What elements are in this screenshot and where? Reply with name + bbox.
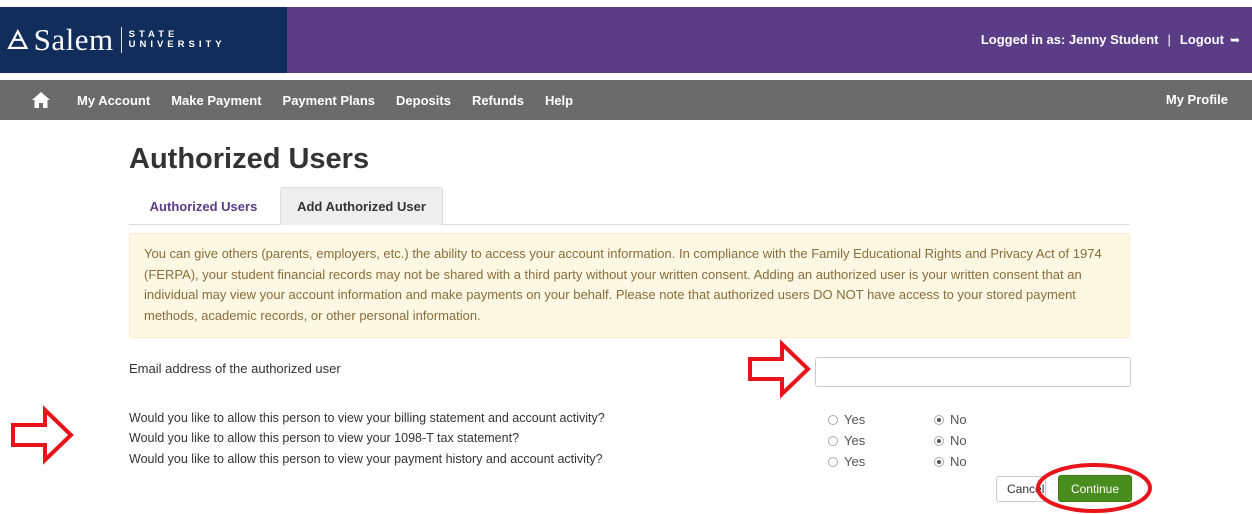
- nav-my-profile[interactable]: My Profile: [1166, 92, 1228, 107]
- logout-icon[interactable]: ➥: [1230, 33, 1240, 47]
- history-no-option[interactable]: No: [934, 454, 967, 469]
- billing-no-option[interactable]: No: [934, 412, 967, 427]
- home-icon[interactable]: [31, 91, 51, 109]
- nav-make-payment[interactable]: Make Payment: [171, 93, 261, 108]
- arrow-annotation-email: [748, 339, 811, 399]
- arrow-annotation-questions: [11, 405, 74, 465]
- billing-no-radio[interactable]: [934, 414, 944, 425]
- nav-refunds[interactable]: Refunds: [472, 93, 524, 108]
- tab-bar: Authorized Users Add Authorized User: [129, 187, 1130, 225]
- question-1098t: Would you like to allow this person to v…: [129, 431, 520, 445]
- question-payment-history: Would you like to allow this person to v…: [129, 452, 603, 466]
- history-yes-radio[interactable]: [828, 456, 838, 467]
- nav-payment-plans[interactable]: Payment Plans: [283, 93, 376, 108]
- cancel-button[interactable]: Cancel: [996, 476, 1046, 502]
- logged-in-text: Logged in as: Jenny Student: [980, 32, 1159, 47]
- salem-ship-icon: 🜁: [6, 24, 30, 55]
- user-separator: |: [1167, 32, 1171, 47]
- tax-yes-label: Yes: [844, 433, 866, 448]
- email-label: Email address of the authorized user: [129, 361, 341, 376]
- nav-my-account[interactable]: My Account: [77, 93, 150, 108]
- logo-wordmark: Salem: [33, 22, 114, 57]
- tab-add-authorized-user[interactable]: Add Authorized User: [280, 187, 443, 225]
- history-yes-label: Yes: [844, 454, 866, 469]
- logout-link[interactable]: Logout: [1180, 32, 1224, 47]
- logo-divider: [120, 27, 122, 53]
- tax-yes-option[interactable]: Yes: [828, 433, 865, 448]
- user-bar: Logged in as: Jenny Student | Logout ➥: [981, 32, 1240, 47]
- continue-button[interactable]: Continue: [1058, 475, 1132, 502]
- history-no-radio[interactable]: [934, 456, 944, 467]
- tax-no-option[interactable]: No: [934, 433, 967, 448]
- email-input[interactable]: [815, 357, 1131, 387]
- billing-yes-label: Yes: [844, 412, 866, 427]
- question-billing: Would you like to allow this person to v…: [129, 411, 605, 425]
- nav-help[interactable]: Help: [545, 93, 573, 108]
- nav-deposits[interactable]: Deposits: [396, 93, 451, 108]
- salem-state-logo[interactable]: 🜁 Salem STATE UNIVERSITY: [0, 7, 287, 73]
- history-no-label: No: [950, 454, 967, 469]
- tab-authorized-users[interactable]: Authorized Users: [129, 187, 278, 225]
- tax-no-radio[interactable]: [934, 435, 944, 446]
- tax-yes-radio[interactable]: [828, 435, 838, 446]
- history-yes-option[interactable]: Yes: [828, 454, 865, 469]
- billing-no-label: No: [950, 412, 967, 427]
- main-nav: My Account Make Payment Payment Plans De…: [0, 80, 1252, 120]
- logo-sub-university: UNIVERSITY: [128, 39, 226, 50]
- page-title: Authorized Users: [129, 143, 370, 175]
- logo-subtitle: STATE UNIVERSITY: [129, 30, 226, 50]
- billing-yes-option[interactable]: Yes: [828, 412, 865, 427]
- billing-yes-radio[interactable]: [828, 414, 838, 425]
- top-header: 🜁 Salem STATE UNIVERSITY Logged in as: J…: [0, 7, 1252, 73]
- tax-no-label: No: [950, 433, 967, 448]
- ferpa-notice: You can give others (parents, employers,…: [129, 233, 1130, 338]
